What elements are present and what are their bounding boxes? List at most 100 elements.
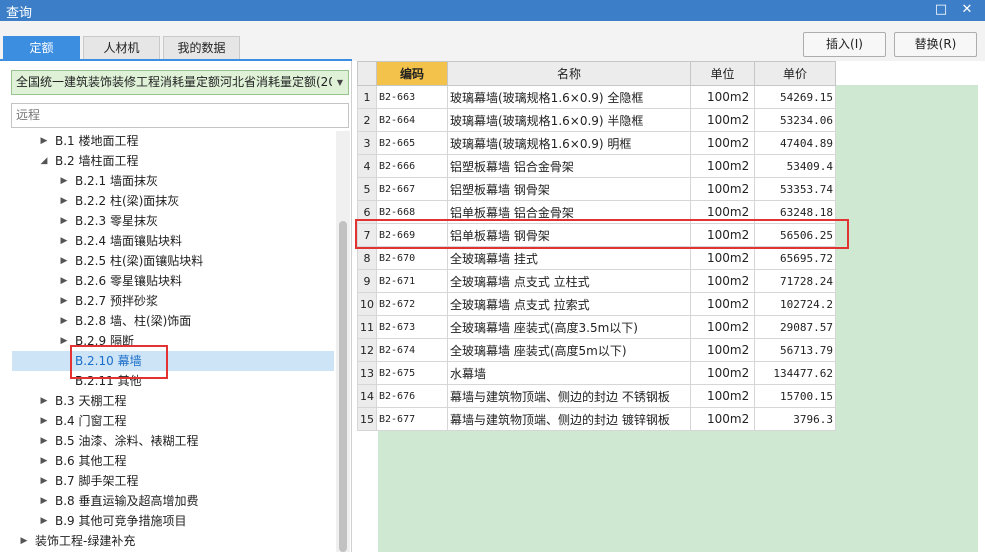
expand-icon[interactable]: ▶ (58, 331, 70, 351)
tab-labor-material-machine[interactable]: 人材机 (83, 36, 160, 59)
price-cell[interactable]: 53234.06 (754, 108, 836, 132)
chevron-down-icon[interactable]: ▼ (332, 71, 348, 94)
table-row[interactable]: 2 B2-664 玻璃幕墙(玻璃规格1.6×0.9) 半隐框 100m2 53234.0… (357, 108, 836, 132)
price-cell[interactable]: 3796.3 (754, 407, 836, 431)
unit-cell[interactable]: 100m2 (690, 338, 755, 362)
name-cell[interactable]: 全玻璃幕墙 点支式 拉索式 (447, 292, 691, 316)
price-cell[interactable]: 15700.15 (754, 384, 836, 408)
price-cell[interactable]: 102724.2 (754, 292, 836, 316)
tree-item[interactable]: ▶ B.2.7 预拌砂浆 (12, 291, 334, 311)
tree-item[interactable]: B.2.10 幕墙 (12, 351, 334, 371)
name-cell[interactable]: 玻璃幕墙(玻璃规格1.6×0.9) 全隐框 (447, 85, 691, 109)
tree-item[interactable]: ▶ B.2.4 墙面镶贴块料 (12, 231, 334, 251)
table-row[interactable]: 4 B2-666 铝塑板幕墙 铝合金骨架 100m2 53409.4 (357, 154, 836, 178)
code-cell[interactable]: B2-663 (376, 85, 448, 109)
tab-quota[interactable]: 定额 (3, 36, 80, 59)
maximize-icon[interactable]: □ (932, 1, 950, 19)
expand-icon[interactable]: ▶ (58, 211, 70, 231)
unit-cell[interactable]: 100m2 (690, 85, 755, 109)
price-cell[interactable]: 47404.89 (754, 131, 836, 155)
insert-button[interactable]: 插入(I) (803, 32, 886, 57)
tree-item[interactable]: ▶ B.2.3 零星抹灰 (12, 211, 334, 231)
tree-item[interactable]: ▶ B.2.1 墙面抹灰 (12, 171, 334, 191)
search-input[interactable]: 远程 (11, 103, 349, 128)
expand-icon[interactable]: ▶ (38, 451, 50, 471)
tree-item[interactable]: ◢ B.2 墙柱面工程 (12, 151, 334, 171)
quota-library-select[interactable]: 全国统一建筑装饰装修工程消耗量定额河北省消耗量定额(20 ▼ (11, 70, 349, 95)
expand-icon[interactable]: ▶ (58, 191, 70, 211)
price-cell[interactable]: 53409.4 (754, 154, 836, 178)
table-row[interactable]: 9 B2-671 全玻璃幕墙 点支式 立柱式 100m2 71728.24 (357, 269, 836, 293)
price-cell[interactable]: 29087.57 (754, 315, 836, 339)
price-cell[interactable]: 134477.62 (754, 361, 836, 385)
code-cell[interactable]: B2-672 (376, 292, 448, 316)
tree-item[interactable]: ▶ B.6 其他工程 (12, 451, 334, 471)
table-row[interactable]: 13 B2-675 水幕墙 100m2 134477.62 (357, 361, 836, 385)
unit-cell[interactable]: 100m2 (690, 108, 755, 132)
name-cell[interactable]: 全玻璃幕墙 点支式 立柱式 (447, 269, 691, 293)
price-cell[interactable]: 65695.72 (754, 246, 836, 270)
tree-item[interactable]: ▶ B.2.8 墙、柱(梁)饰面 (12, 311, 334, 331)
tree-item[interactable]: B.2.11 其他 (12, 371, 334, 391)
expand-icon[interactable]: ▶ (58, 231, 70, 251)
price-cell[interactable]: 54269.15 (754, 85, 836, 109)
unit-cell[interactable]: 100m2 (690, 154, 755, 178)
row-number[interactable]: 14 (357, 384, 377, 408)
name-cell[interactable]: 铝塑板幕墙 钢骨架 (447, 177, 691, 201)
expand-icon[interactable]: ▶ (38, 491, 50, 511)
unit-cell[interactable]: 100m2 (690, 292, 755, 316)
code-cell[interactable]: B2-676 (376, 384, 448, 408)
table-row[interactable]: 8 B2-670 全玻璃幕墙 挂式 100m2 65695.72 (357, 246, 836, 270)
unit-cell[interactable]: 100m2 (690, 177, 755, 201)
table-row[interactable]: 1 B2-663 玻璃幕墙(玻璃规格1.6×0.9) 全隐框 100m2 54269.1… (357, 85, 836, 109)
header-unit[interactable]: 单位 (690, 61, 755, 86)
expand-icon[interactable]: ▶ (58, 251, 70, 271)
name-cell[interactable]: 玻璃幕墙(玻璃规格1.6×0.9) 半隐框 (447, 108, 691, 132)
row-number[interactable]: 15 (357, 407, 377, 431)
code-cell[interactable]: B2-670 (376, 246, 448, 270)
code-cell[interactable]: B2-674 (376, 338, 448, 362)
code-cell[interactable]: B2-666 (376, 154, 448, 178)
unit-cell[interactable]: 100m2 (690, 384, 755, 408)
table-row[interactable]: 5 B2-667 铝塑板幕墙 钢骨架 100m2 53353.74 (357, 177, 836, 201)
tree-item[interactable]: ▶ B.1 楼地面工程 (12, 131, 334, 151)
tree-item[interactable]: ▶ B.2.9 隔断 (12, 331, 334, 351)
code-cell[interactable]: B2-675 (376, 361, 448, 385)
table-row[interactable]: 10 B2-672 全玻璃幕墙 点支式 拉索式 100m2 102724.2 (357, 292, 836, 316)
tree-item[interactable]: ▶ B.3 天棚工程 (12, 391, 334, 411)
row-number[interactable]: 9 (357, 269, 377, 293)
tree-item[interactable]: ▶ B.2.2 柱(梁)面抹灰 (12, 191, 334, 211)
unit-cell[interactable]: 100m2 (690, 361, 755, 385)
name-cell[interactable]: 全玻璃幕墙 挂式 (447, 246, 691, 270)
row-number[interactable]: 4 (357, 154, 377, 178)
header-name[interactable]: 名称 (447, 61, 691, 86)
unit-cell[interactable]: 100m2 (690, 246, 755, 270)
table-row[interactable]: 15 B2-677 幕墙与建筑物顶端、侧边的封边 镀锌钢板 100m2 3796.3 (357, 407, 836, 431)
code-cell[interactable]: B2-664 (376, 108, 448, 132)
name-cell[interactable]: 玻璃幕墙(玻璃规格1.6×0.9) 明框 (447, 131, 691, 155)
expand-icon[interactable]: ▶ (38, 411, 50, 431)
code-cell[interactable]: B2-673 (376, 315, 448, 339)
replace-button[interactable]: 替换(R) (894, 32, 977, 57)
expand-icon[interactable]: ▶ (38, 511, 50, 531)
header-code[interactable]: 编码 (376, 61, 448, 86)
table-row[interactable]: 11 B2-673 全玻璃幕墙 座装式(高度3.5m以下) 100m2 29087.57 (357, 315, 836, 339)
row-number[interactable]: 10 (357, 292, 377, 316)
code-cell[interactable]: B2-671 (376, 269, 448, 293)
expand-icon[interactable]: ▶ (58, 311, 70, 331)
scrollbar-thumb[interactable] (339, 221, 347, 552)
code-cell[interactable]: B2-667 (376, 177, 448, 201)
row-number[interactable]: 8 (357, 246, 377, 270)
row-number[interactable]: 3 (357, 131, 377, 155)
name-cell[interactable]: 全玻璃幕墙 座装式(高度3.5m以下) (447, 315, 691, 339)
expand-icon[interactable]: ▶ (58, 291, 70, 311)
tree-item[interactable]: ▶ B.9 其他可竞争措施项目 (12, 511, 334, 531)
tree-item[interactable]: ▶ B.5 油漆、涂料、裱糊工程 (12, 431, 334, 451)
expand-icon[interactable]: ▶ (38, 431, 50, 451)
row-number[interactable]: 2 (357, 108, 377, 132)
price-cell[interactable]: 53353.74 (754, 177, 836, 201)
tree-scrollbar[interactable] (336, 131, 350, 552)
row-number[interactable]: 12 (357, 338, 377, 362)
unit-cell[interactable]: 100m2 (690, 407, 755, 431)
code-cell[interactable]: B2-665 (376, 131, 448, 155)
